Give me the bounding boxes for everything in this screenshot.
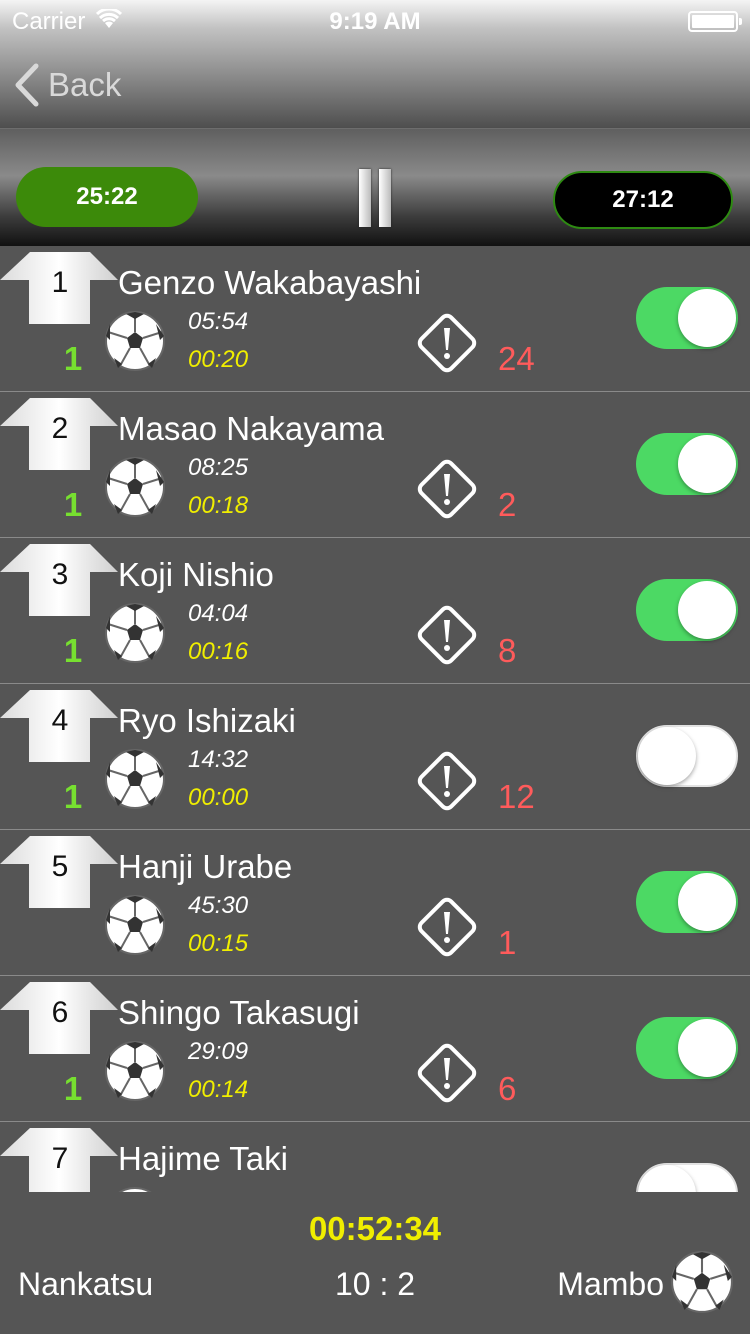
back-label: Back <box>48 66 122 103</box>
foul-count: 6 <box>498 1070 517 1107</box>
away-timer-button[interactable]: 27:12 <box>553 171 733 229</box>
player-name: Hanji Urabe <box>118 848 293 885</box>
player-name: Ryo Ishizaki <box>118 702 296 739</box>
soccer-ball-icon[interactable] <box>104 894 166 956</box>
player-name: Shingo Takasugi <box>118 994 360 1031</box>
status-time: 9:19 AM <box>329 8 421 35</box>
foul-count: 8 <box>498 632 517 669</box>
total-time: 05:54 <box>188 308 249 335</box>
player-active-toggle[interactable] <box>636 725 738 787</box>
status-bar: Carrier 9:19 AM <box>0 0 750 40</box>
timer-bar: 25:22 27:12 <box>0 128 750 246</box>
match-footer: 00:52:34 Nankatsu 10 : 2 Mambo <box>0 1192 750 1334</box>
total-time: 08:25 <box>188 454 249 481</box>
total-time: 04:04 <box>188 600 249 627</box>
warning-icon[interactable] <box>416 458 478 520</box>
player-row[interactable]: 5 Hanji Urabe 45:30 00:15 1 <box>0 830 750 976</box>
foul-count: 12 <box>498 778 535 815</box>
total-time: 14:32 <box>188 746 249 773</box>
player-row[interactable]: 1 Genzo Wakabayashi 1 05:54 00:20 24 <box>0 246 750 392</box>
player-count: 1 <box>63 486 83 523</box>
player-name: Koji Nishio <box>118 556 274 593</box>
player-name: Genzo Wakabayashi <box>118 264 422 301</box>
pause-button[interactable] <box>359 169 391 227</box>
soccer-ball-icon[interactable] <box>104 602 166 664</box>
warning-icon[interactable] <box>416 312 478 374</box>
player-row[interactable]: 4 Ryo Ishizaki 1 14:32 00:00 12 <box>0 684 750 830</box>
shirt-number: 7 <box>51 1142 69 1175</box>
shirt-number: 5 <box>51 850 69 883</box>
shirt-number: 6 <box>51 996 69 1029</box>
player-name: Hajime Taki <box>118 1140 288 1177</box>
soccer-ball-icon[interactable] <box>670 1250 734 1314</box>
match-time: 00:52:34 <box>308 1210 442 1247</box>
total-time: 29:09 <box>188 1038 249 1065</box>
current-time: 00:18 <box>188 492 249 519</box>
shirt-number: 4 <box>51 704 69 737</box>
player-row[interactable]: 7 Hajime Taki <box>0 1122 750 1192</box>
player-active-toggle[interactable] <box>636 433 738 495</box>
player-active-toggle[interactable] <box>636 579 738 641</box>
player-count: 1 <box>63 340 83 377</box>
pause-icon <box>359 169 371 227</box>
player-row[interactable]: 6 Shingo Takasugi 1 29:09 00:14 6 <box>0 976 750 1122</box>
player-count: 1 <box>63 632 83 669</box>
soccer-ball-icon[interactable] <box>104 1040 166 1102</box>
current-time: 00:15 <box>188 930 249 957</box>
warning-icon[interactable] <box>416 604 478 666</box>
player-count: 1 <box>63 1070 83 1107</box>
warning-icon[interactable] <box>416 750 478 812</box>
player-row[interactable]: 3 Koji Nishio 1 04:04 00:16 8 <box>0 538 750 684</box>
total-time: 45:30 <box>188 892 249 919</box>
foul-count: 24 <box>498 340 535 377</box>
battery-icon <box>688 11 742 32</box>
current-time: 00:16 <box>188 638 249 665</box>
player-list[interactable]: 1 Genzo Wakabayashi 1 05:54 00:20 24 2 M… <box>0 246 750 1192</box>
away-team-name: Mambo <box>557 1266 664 1302</box>
player-count: 1 <box>63 778 83 815</box>
warning-icon[interactable] <box>416 1042 478 1104</box>
chevron-left-icon <box>15 63 39 107</box>
current-time: 00:14 <box>188 1076 249 1103</box>
player-active-toggle[interactable] <box>636 871 738 933</box>
player-active-toggle[interactable] <box>636 1017 738 1079</box>
foul-count: 2 <box>498 486 517 523</box>
current-time: 00:20 <box>188 346 249 373</box>
back-button[interactable]: Back <box>14 60 121 110</box>
current-time: 00:00 <box>188 784 249 811</box>
shirt-number: 3 <box>51 558 69 591</box>
player-active-toggle[interactable] <box>636 1163 738 1192</box>
navigation-bar: Carrier 9:19 AM Back <box>0 0 750 128</box>
soccer-ball-icon[interactable] <box>104 310 166 372</box>
home-timer-button[interactable]: 25:22 <box>16 167 198 227</box>
shirt-number: 2 <box>51 412 69 445</box>
warning-icon[interactable] <box>416 896 478 958</box>
player-active-toggle[interactable] <box>636 287 738 349</box>
player-name: Masao Nakayama <box>118 410 384 447</box>
soccer-ball-icon[interactable] <box>104 748 166 810</box>
foul-count: 1 <box>498 924 517 961</box>
shirt-number: 1 <box>51 266 69 299</box>
soccer-ball-icon[interactable] <box>104 456 166 518</box>
player-row[interactable]: 2 Masao Nakayama 1 08:25 00:18 2 <box>0 392 750 538</box>
